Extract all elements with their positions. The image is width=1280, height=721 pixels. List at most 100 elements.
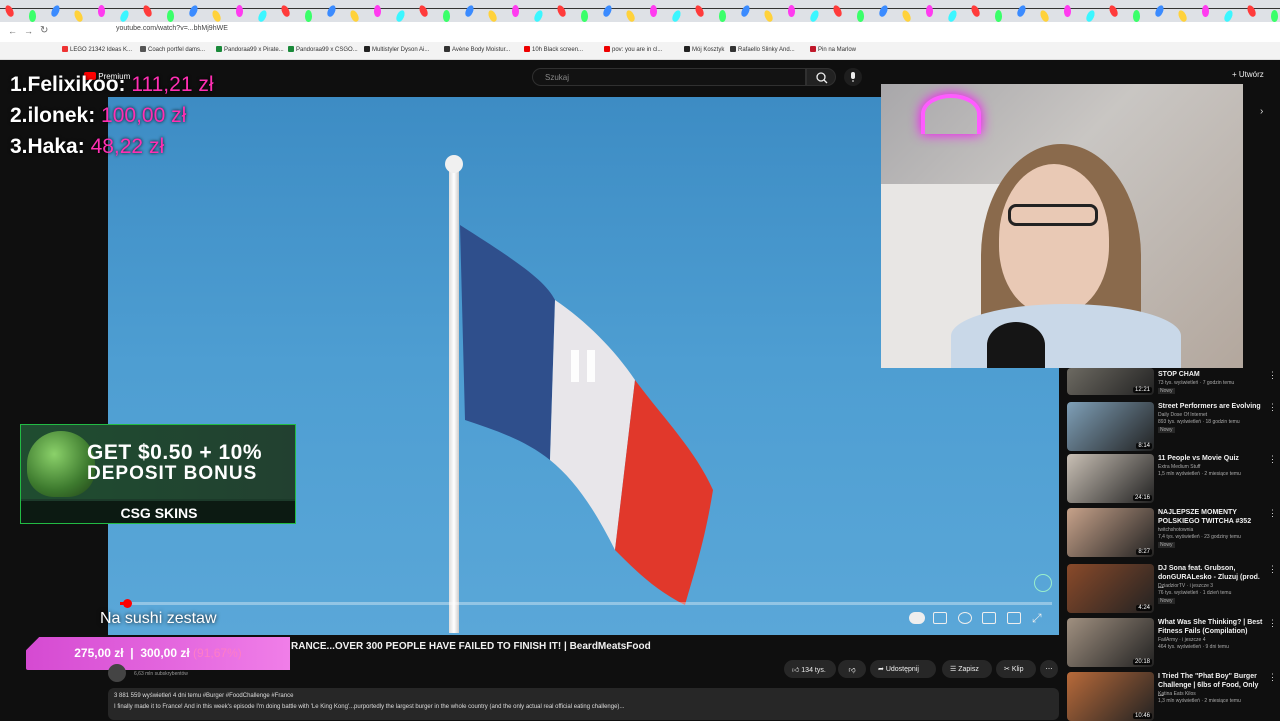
related-video-channel[interactable]: Extra Medium Stuff: [1158, 464, 1200, 470]
microphone: [987, 322, 1045, 368]
bookmark-favicon-icon: [62, 46, 68, 52]
related-video-channel[interactable]: twitchshotownia: [1158, 527, 1193, 533]
related-video-title[interactable]: What Was She Thinking? | Best Fitness Fa…: [1158, 618, 1266, 636]
christmas-bulb: [512, 5, 519, 17]
leaderboard-row: 1.Felixikoo: 111,21 zł: [10, 73, 214, 97]
bookmark-label: pov: you are in cl...: [612, 47, 663, 53]
search-button[interactable]: [806, 68, 836, 86]
create-button[interactable]: + Utwórz: [1232, 70, 1264, 79]
bookmark-item[interactable]: Coach portfel dams...: [140, 46, 205, 53]
clip-button[interactable]: ✂ Klip: [996, 660, 1036, 678]
related-video-meta: 1,3 mln wyświetleń · 2 miesiące temu: [1158, 698, 1241, 704]
video-duration: 20:18: [1132, 659, 1152, 665]
more-options-icon[interactable]: ⋮: [1268, 508, 1277, 519]
bookmark-item[interactable]: pov: you are in cl...: [604, 46, 662, 53]
video-thumbnail[interactable]: 8:14: [1067, 402, 1154, 451]
url-field[interactable]: youtube.com/watch?v=...bhMj9hWE: [116, 25, 236, 39]
channel-watermark-icon[interactable]: [1034, 574, 1052, 592]
related-video-channel[interactable]: FailArmy · i jeszcze 4: [1158, 637, 1206, 643]
video-thumbnail[interactable]: 8:27: [1067, 508, 1154, 557]
christmas-bulb: [443, 10, 450, 22]
like-button[interactable]: 👍︎ 134 tys.: [784, 660, 836, 678]
more-options-icon[interactable]: ⋮: [1268, 564, 1277, 575]
related-video-title[interactable]: NAJLEPSZE MOMENTY POLSKIEGO TWITCHA #352: [1158, 508, 1266, 526]
microphone-icon: [851, 72, 855, 82]
voice-search-button[interactable]: [844, 68, 862, 86]
video-thumbnail[interactable]: 4:24: [1067, 564, 1154, 613]
ad-brand-logo: CSG SKINS: [120, 505, 198, 521]
video-thumbnail[interactable]: 20:18: [1067, 618, 1154, 667]
video-duration: 8:14: [1136, 443, 1152, 449]
create-label: Utwórz: [1238, 70, 1264, 79]
share-icon: ➦: [878, 666, 884, 673]
progress-bar[interactable]: [120, 602, 1052, 605]
search-input[interactable]: Szukaj: [532, 68, 806, 86]
related-video-title[interactable]: STOP CHAM: [1158, 370, 1266, 379]
related-video-title[interactable]: 11 People vs Movie Quiz: [1158, 454, 1266, 463]
fullscreen-icon[interactable]: ⤢: [1032, 611, 1042, 626]
bookmark-item[interactable]: Pin na Marlow: [810, 46, 856, 53]
share-button[interactable]: ➦ Udostępnij: [870, 660, 936, 678]
related-video-channel[interactable]: Daily Dose Of Internet: [1158, 412, 1207, 418]
save-button[interactable]: ☰ Zapisz: [942, 660, 992, 678]
video-thumbnail[interactable]: 24:16: [1067, 454, 1154, 503]
bookmark-item[interactable]: Mój Kosztyk: [684, 46, 724, 53]
bookmark-label: Mój Kosztyk: [692, 47, 725, 53]
bookmark-favicon-icon: [140, 46, 146, 52]
progress-scrubber[interactable]: [123, 599, 132, 608]
more-options-icon[interactable]: ⋮: [1268, 402, 1277, 413]
christmas-bulb: [1202, 5, 1209, 17]
bookmark-label: Pandoraa99 x Pirate...: [224, 47, 284, 53]
more-options-icon[interactable]: ⋮: [1268, 618, 1277, 629]
bookmark-item[interactable]: LEGO 21342 Ideas K...: [62, 46, 132, 53]
bookmark-favicon-icon: [216, 46, 222, 52]
miniplayer-icon[interactable]: [982, 612, 996, 624]
bookmark-favicon-icon: [604, 46, 610, 52]
christmas-bulb: [1133, 10, 1140, 22]
video-thumbnail[interactable]: 12:21: [1067, 368, 1154, 395]
bookmark-item[interactable]: 10h Black screen...: [524, 46, 583, 53]
theater-mode-icon[interactable]: [1007, 612, 1021, 624]
back-icon[interactable]: ←: [8, 26, 17, 36]
thumbs-up-icon: 👍︎: [792, 667, 800, 674]
leaderboard-name: Felixikoo:: [27, 73, 126, 96]
bookmark-favicon-icon: [288, 46, 294, 52]
bookmark-label: Pandoraa99 x CSGO...: [296, 47, 358, 53]
autoplay-toggle[interactable]: [909, 612, 925, 624]
chapter-title[interactable]: Na sushi zestaw: [100, 610, 217, 628]
bookmark-item[interactable]: Rafaello Slinky And...: [730, 46, 795, 53]
related-video-meta: 7,4 tys. wyświetleń · 23 godziny temu: [1158, 534, 1241, 540]
thumbs-down-icon: 👎︎: [848, 667, 856, 674]
more-options-icon[interactable]: ⋮: [1268, 370, 1277, 381]
forward-icon[interactable]: →: [24, 26, 33, 36]
dislike-button[interactable]: 👎︎: [838, 660, 866, 678]
bookmark-label: 10h Black screen...: [532, 47, 584, 53]
bookmark-item[interactable]: Pandoraa99 x CSGO...: [288, 46, 358, 53]
bookmark-label: Pin na Marlow: [818, 47, 857, 53]
subtitles-icon[interactable]: [933, 612, 947, 624]
pause-button[interactable]: [557, 342, 609, 390]
sponsor-ad-banner[interactable]: GET $0.50 + 10% DEPOSIT BONUS CSG SKINS: [20, 424, 296, 524]
christmas-bulb: [1064, 5, 1071, 17]
bookmark-favicon-icon: [444, 46, 450, 52]
christmas-bulb: [995, 10, 1002, 22]
bookmark-item[interactable]: Pandoraa99 x Pirate...: [216, 46, 284, 53]
goal-percent: (91,67%): [193, 646, 242, 660]
related-video-channel[interactable]: Katina Eats Kilos: [1158, 691, 1196, 697]
more-options-icon[interactable]: ⋮: [1268, 672, 1277, 683]
leaderboard-rank: 2.: [10, 104, 28, 127]
bookmark-item[interactable]: Avène Body Moistur...: [444, 46, 510, 53]
settings-gear-icon[interactable]: [958, 612, 972, 624]
related-video-channel[interactable]: DziadziorTV · i jeszcze 3: [1158, 583, 1213, 589]
reload-icon[interactable]: ↻: [40, 25, 48, 36]
video-thumbnail[interactable]: 10:46: [1067, 672, 1154, 721]
christmas-bulb: [98, 5, 105, 17]
new-badge: Nowy: [1158, 542, 1175, 548]
bookmark-item[interactable]: Multistyler Dyson Ai...: [364, 46, 429, 53]
chevron-right-icon[interactable]: ›: [1260, 106, 1263, 117]
bookmark-label: Avène Body Moistur...: [452, 47, 511, 53]
more-options-icon[interactable]: ⋮: [1268, 454, 1277, 465]
more-actions-button[interactable]: ⋯: [1040, 660, 1058, 678]
related-video-title[interactable]: Street Performers are Evolving: [1158, 402, 1266, 411]
channel-avatar[interactable]: [108, 664, 126, 682]
